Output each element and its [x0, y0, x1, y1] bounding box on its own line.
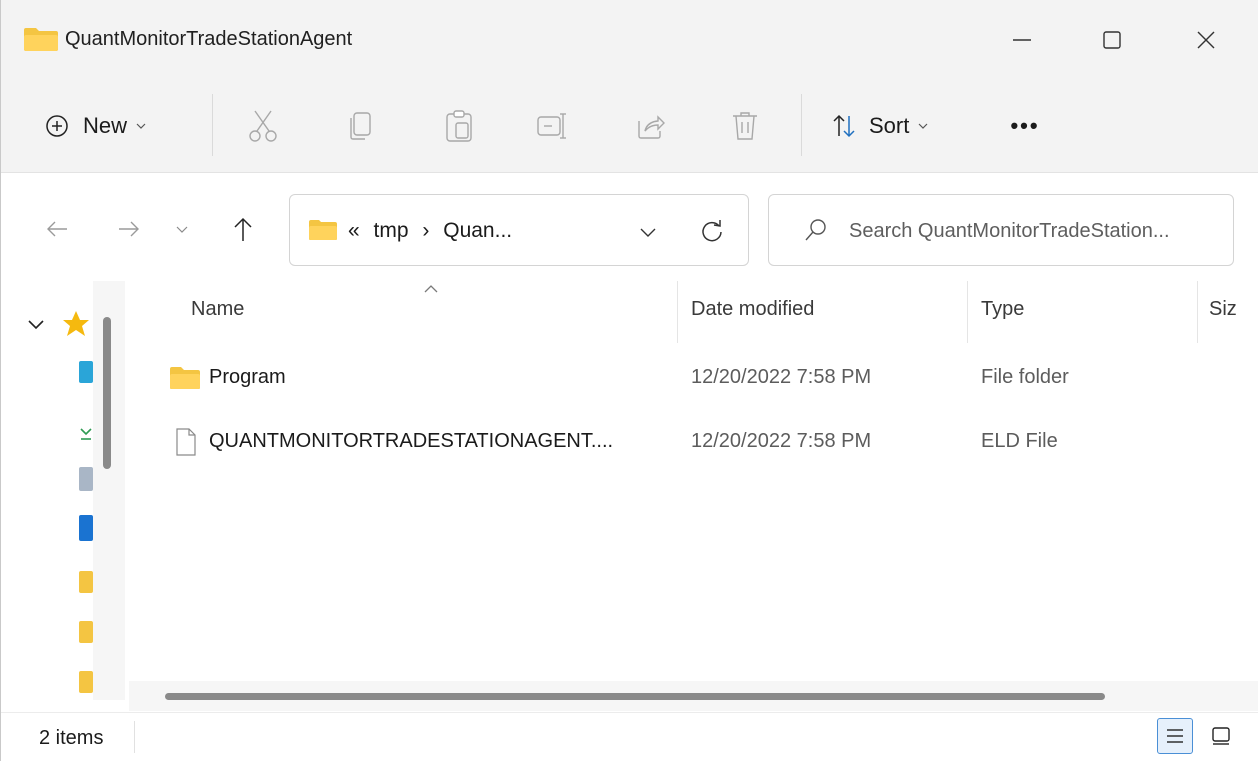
column-divider[interactable] [1197, 281, 1198, 343]
folder-icon [309, 220, 337, 240]
nav-item-folder[interactable] [79, 671, 93, 693]
arrow-right-icon [119, 221, 139, 237]
breadcrumb-item-current[interactable]: Quan... [443, 219, 512, 242]
chevron-down-icon [918, 123, 928, 129]
nav-item-desktop[interactable] [79, 361, 93, 383]
cut-button[interactable] [243, 106, 283, 146]
column-header-size[interactable]: Siz [1209, 298, 1237, 328]
nav-item-pictures[interactable] [79, 515, 93, 541]
minimize-button[interactable] [989, 14, 1055, 66]
item-count: 2 items [39, 727, 104, 749]
file-list: Name Date modified Type Siz Program 12/2… [129, 281, 1258, 700]
file-date: 12/20/2022 7:58 PM [691, 430, 872, 452]
status-bar: 2 items [1, 712, 1258, 761]
recent-locations-button[interactable] [167, 211, 197, 247]
nav-scrollbar-thumb[interactable] [103, 317, 111, 469]
arrow-up-icon [234, 217, 252, 241]
column-divider[interactable] [967, 281, 968, 343]
column-header-type[interactable]: Type [981, 298, 1024, 328]
file-type: ELD File [981, 430, 1058, 452]
refresh-icon [702, 220, 722, 242]
chevron-down-icon [176, 226, 188, 233]
star-icon[interactable] [61, 309, 91, 339]
thumbnail-icon [1212, 727, 1230, 745]
maximize-button[interactable] [1079, 14, 1145, 66]
large-icons-view-button[interactable] [1203, 718, 1239, 754]
column-header-name[interactable]: Name [191, 298, 244, 328]
column-divider[interactable] [677, 281, 678, 343]
file-name: QUANTMONITORTRADESTATIONAGENT.... [209, 430, 614, 452]
list-icon [1167, 729, 1183, 743]
paste-button[interactable] [439, 106, 479, 146]
address-dropdown-button[interactable] [628, 217, 668, 247]
close-button[interactable] [1173, 14, 1239, 66]
download-icon [80, 428, 92, 440]
command-bar: New Sort ••• [1, 80, 1258, 173]
copy-icon [350, 112, 371, 140]
nav-item-downloads[interactable] [79, 421, 93, 443]
nav-item-folder[interactable] [79, 621, 93, 643]
new-button-label: New [83, 113, 128, 138]
navigation-pane [1, 281, 125, 700]
column-header-date-modified[interactable]: Date modified [691, 298, 814, 328]
maximize-icon [1103, 31, 1121, 49]
breadcrumb-separator[interactable]: › [422, 219, 429, 242]
new-button[interactable]: New [45, 102, 195, 150]
scissors-icon [249, 110, 277, 142]
breadcrumb-item-tmp[interactable]: tmp [374, 219, 409, 242]
title-bar: QuantMonitorTradeStationAgent [1, 0, 1258, 80]
window-title: QuantMonitorTradeStationAgent [65, 28, 353, 50]
chevron-down-icon[interactable] [25, 315, 47, 335]
file-name: Program [209, 366, 286, 388]
horizontal-scrollbar-track[interactable] [129, 681, 1258, 711]
details-view-button[interactable] [1157, 718, 1193, 754]
share-button[interactable] [631, 106, 671, 146]
copy-button[interactable] [341, 106, 381, 146]
table-row[interactable]: Program 12/20/2022 7:58 PM File folder [159, 353, 1258, 403]
table-row[interactable]: QUANTMONITORTRADESTATIONAGENT.... 12/20/… [159, 417, 1258, 467]
file-icon [176, 428, 196, 456]
more-options-label: ••• [1010, 113, 1040, 138]
up-button[interactable] [223, 211, 263, 247]
file-type: File folder [981, 366, 1069, 388]
nav-item-folder[interactable] [79, 571, 93, 593]
close-icon [1197, 31, 1215, 49]
address-row: « tmp › Quan... [1, 173, 1258, 281]
status-separator [134, 721, 135, 753]
file-explorer-window: QuantMonitorTradeStationAgent New Sort •… [0, 0, 1258, 761]
file-date: 12/20/2022 7:58 PM [691, 366, 872, 388]
breadcrumb: « tmp › Quan... [348, 219, 520, 243]
folder-icon [170, 367, 200, 389]
trash-icon [733, 112, 757, 140]
breadcrumb-overflow[interactable]: « [348, 219, 360, 242]
more-options-button[interactable]: ••• [1001, 102, 1049, 150]
address-bar[interactable]: « tmp › Quan... [289, 194, 749, 266]
search-input[interactable] [849, 217, 1229, 245]
plus-circle-icon [46, 115, 68, 137]
command-separator [212, 94, 213, 156]
back-button[interactable] [37, 211, 77, 247]
arrow-left-icon [47, 221, 67, 237]
nav-item-documents[interactable] [79, 467, 93, 491]
sort-button[interactable]: Sort [831, 102, 971, 150]
folder-icon [24, 28, 58, 51]
sort-icon [833, 114, 855, 138]
sort-button-label: Sort [869, 113, 910, 138]
search-box[interactable] [768, 194, 1234, 266]
delete-button[interactable] [725, 106, 765, 146]
minimize-icon [1013, 39, 1031, 41]
share-icon [638, 115, 665, 139]
chevron-down-icon [640, 228, 656, 237]
rename-button[interactable] [533, 106, 573, 146]
rename-icon [537, 113, 566, 139]
command-separator [801, 94, 802, 156]
chevron-down-icon [136, 123, 146, 129]
sort-ascending-icon [424, 285, 438, 293]
search-icon [805, 219, 826, 241]
horizontal-scrollbar-thumb[interactable] [165, 693, 1105, 700]
clipboard-icon [446, 110, 472, 142]
refresh-button[interactable] [690, 213, 734, 249]
forward-button[interactable] [109, 211, 149, 247]
